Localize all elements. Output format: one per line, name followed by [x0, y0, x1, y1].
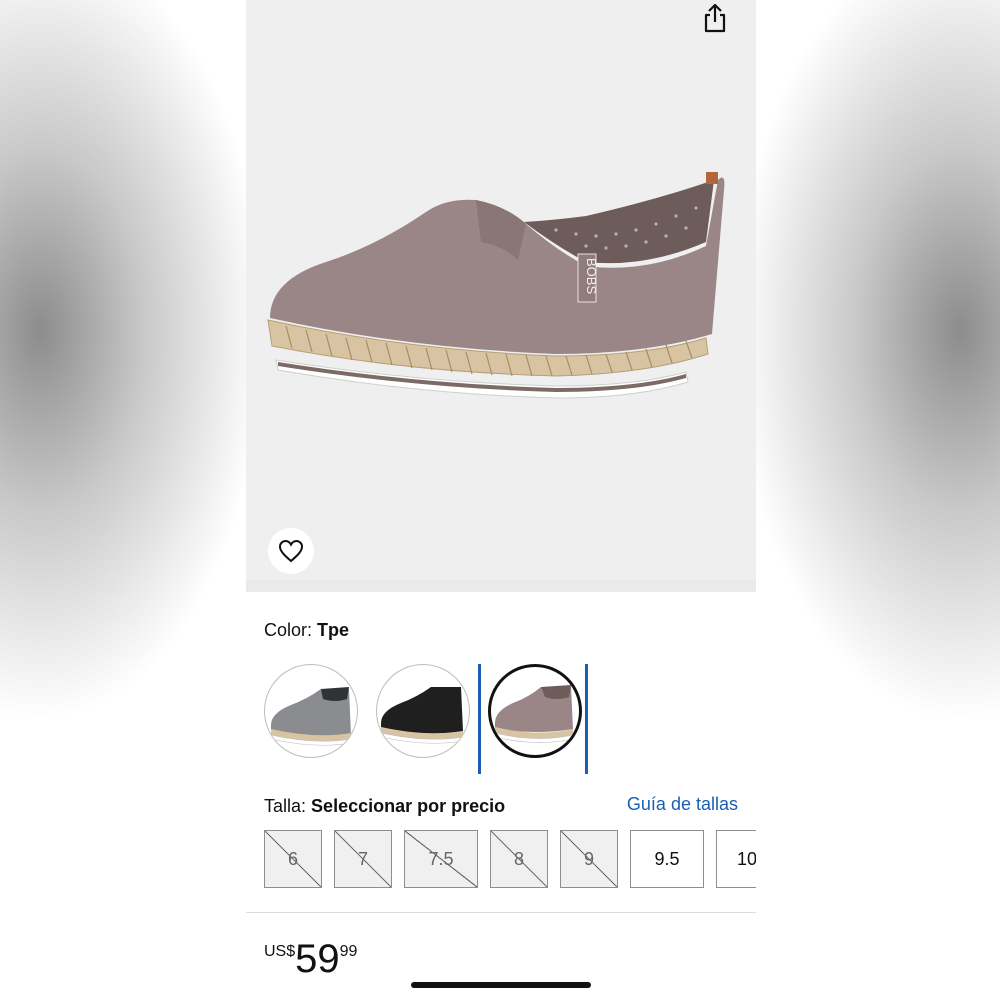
size-option-10[interactable]: 10 — [716, 830, 756, 888]
price-fraction: 99 — [339, 943, 358, 960]
size-option-label: 9 — [583, 848, 594, 869]
product-price: US$5999 — [264, 937, 357, 982]
size-option-label: 8 — [513, 848, 524, 869]
swatch-gray-image — [270, 687, 352, 746]
swatch-black-image — [380, 687, 464, 744]
price-divider — [246, 912, 756, 913]
swatch-gray[interactable] — [264, 664, 358, 758]
price-currency: US$ — [264, 943, 296, 960]
size-option-label: 9.5 — [654, 848, 680, 869]
color-selection-label: Color: Tpe — [264, 620, 349, 641]
product-image: BOBS — [267, 172, 725, 399]
size-option-label: 7 — [357, 848, 368, 869]
price-whole: 59 — [295, 937, 340, 981]
share-button[interactable] — [694, 0, 736, 36]
size-option-6[interactable]: 6 — [264, 830, 322, 888]
size-option-7-5[interactable]: 7.5 — [404, 830, 478, 888]
size-option-label: 6 — [287, 848, 298, 869]
swatch-taupe[interactable] — [488, 664, 582, 758]
section-divider — [246, 580, 756, 592]
size-selection-label: Talla: Seleccionar por precio — [264, 796, 505, 817]
color-value: Tpe — [317, 620, 350, 640]
svg-text:BOBS: BOBS — [584, 258, 599, 294]
size-label: Talla: — [264, 796, 307, 816]
heart-icon — [278, 539, 304, 563]
product-options: Color: Tpe Talla: Seleccionar por precio… — [246, 592, 756, 1000]
size-option-8[interactable]: 8 — [490, 830, 548, 888]
size-option-7[interactable]: 7 — [334, 830, 392, 888]
size-option-9-5[interactable]: 9.5 — [630, 830, 704, 888]
size-option-label: 7.5 — [428, 848, 454, 869]
favorite-button[interactable] — [268, 528, 314, 574]
size-value: Seleccionar por precio — [311, 796, 506, 816]
color-label: Color: — [264, 620, 313, 640]
share-icon — [704, 3, 726, 33]
swatch-black[interactable] — [376, 664, 470, 758]
size-option-9[interactable]: 9 — [560, 830, 618, 888]
swatch-taupe-image — [494, 685, 574, 743]
size-guide-link[interactable]: Guía de tallas — [627, 794, 738, 815]
size-option-label: 10 — [737, 848, 756, 869]
product-page: BOBS Color: Tpe Talla: Seleccionar por p… — [246, 0, 756, 1000]
home-indicator[interactable] — [411, 982, 591, 988]
product-image-area: BOBS — [246, 0, 756, 580]
